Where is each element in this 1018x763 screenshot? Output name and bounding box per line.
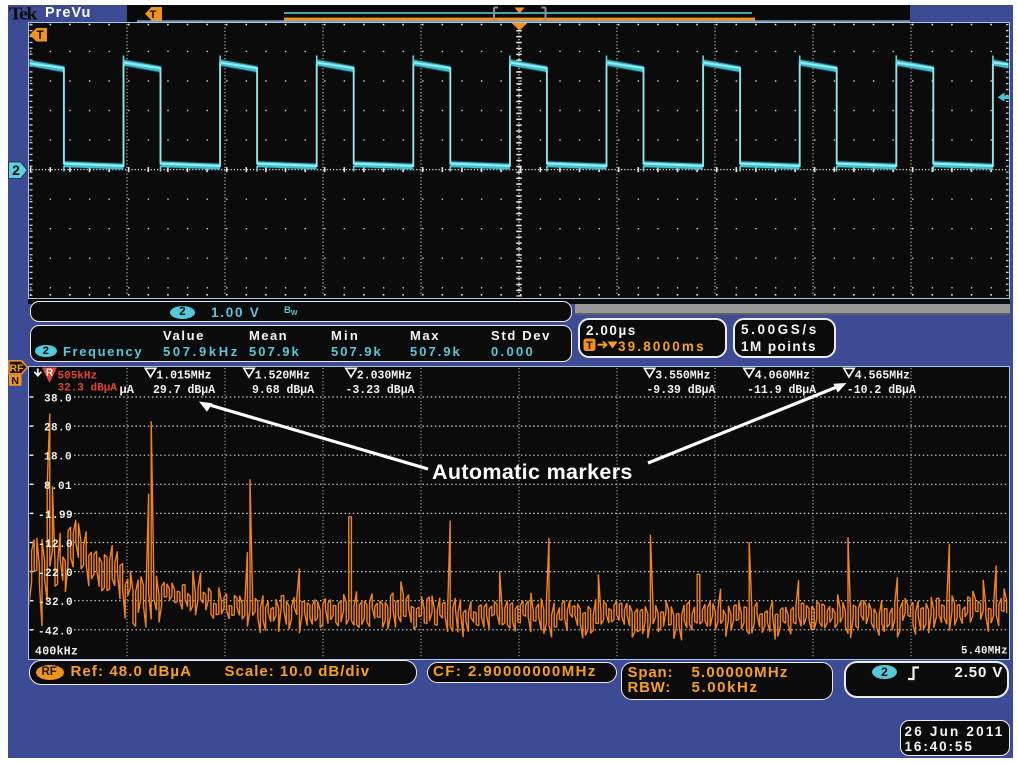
svg-text:-3.23 dBµA: -3.23 dBµA <box>346 384 415 397</box>
svg-text:1.520MHz: 1.520MHz <box>255 369 310 382</box>
svg-text:32.3 dBµA: 32.3 dBµA <box>58 383 118 395</box>
svg-text:Automatic markers: Automatic markers <box>432 460 633 484</box>
svg-text:µA: µA <box>120 383 135 397</box>
svg-text:4.565MHz: 4.565MHz <box>855 369 910 382</box>
svg-text:-12.0: -12.0 <box>38 539 73 551</box>
svg-text:-32.0: -32.0 <box>38 597 73 609</box>
svg-text:-9.39 dBµA: -9.39 dBµA <box>646 384 715 397</box>
svg-text:505kHz: 505kHz <box>58 370 98 382</box>
svg-text:18.0: 18.0 <box>44 452 72 464</box>
svg-text:2.030MHz: 2.030MHz <box>357 369 412 382</box>
svg-text:-42.0: -42.0 <box>38 626 73 638</box>
svg-text:-1.99: -1.99 <box>38 510 73 522</box>
svg-text:3.550MHz: 3.550MHz <box>655 369 710 382</box>
svg-text:R: R <box>46 368 54 379</box>
svg-text:5.40MHz: 5.40MHz <box>961 646 1008 658</box>
svg-text:8.01: 8.01 <box>44 481 72 493</box>
svg-text:-11.9 dBµA: -11.9 dBµA <box>747 384 816 397</box>
svg-text:-22.0: -22.0 <box>38 568 73 580</box>
svg-text:-10.2 dBµA: -10.2 dBµA <box>847 384 916 397</box>
svg-text:400kHz: 400kHz <box>35 646 78 659</box>
svg-text:9.68 dBµA: 9.68 dBµA <box>252 384 314 397</box>
svg-text:38.0: 38.0 <box>44 394 72 406</box>
svg-text:4.060MHz: 4.060MHz <box>755 369 810 382</box>
svg-text:28.0: 28.0 <box>44 423 72 435</box>
svg-text:1.015MHz: 1.015MHz <box>156 369 211 382</box>
svg-text:29.7 dBµA: 29.7 dBµA <box>153 384 215 397</box>
